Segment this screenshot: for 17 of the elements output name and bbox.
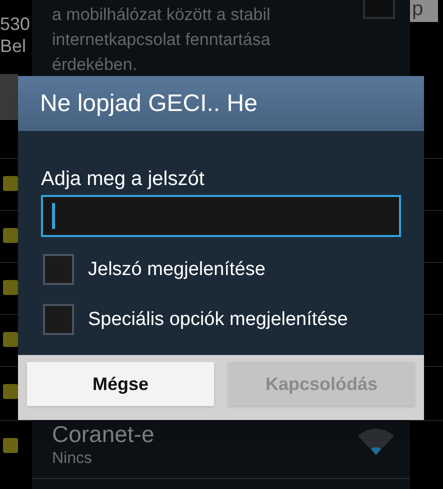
network-security: Nincs [52, 449, 92, 469]
top-button[interactable]: p [410, 0, 438, 22]
network-text: Bel [0, 35, 26, 57]
checkbox-label: Speciális opciók megjelenítése [88, 308, 348, 332]
description-text: a mobilhálózat között a stabil internetkapcsolat fenntartása érdekében. [52, 4, 272, 76]
network-text: 530 [0, 13, 30, 35]
checkbox-label: Jelszó megjelenítése [88, 258, 266, 282]
header-bar [0, 74, 18, 120]
checkbox[interactable] [43, 304, 74, 335]
wifi-icon [358, 428, 394, 455]
password-field[interactable] [41, 195, 401, 237]
checkbox[interactable] [43, 254, 74, 285]
text-cursor [52, 203, 55, 229]
network-name: Coranet-e [52, 421, 154, 448]
cancel-button[interactable]: Mégse [27, 362, 214, 406]
dialog-title: Ne lopjad GECI.. He [18, 76, 424, 131]
password-label: Adja meg a jelszót [41, 167, 206, 191]
